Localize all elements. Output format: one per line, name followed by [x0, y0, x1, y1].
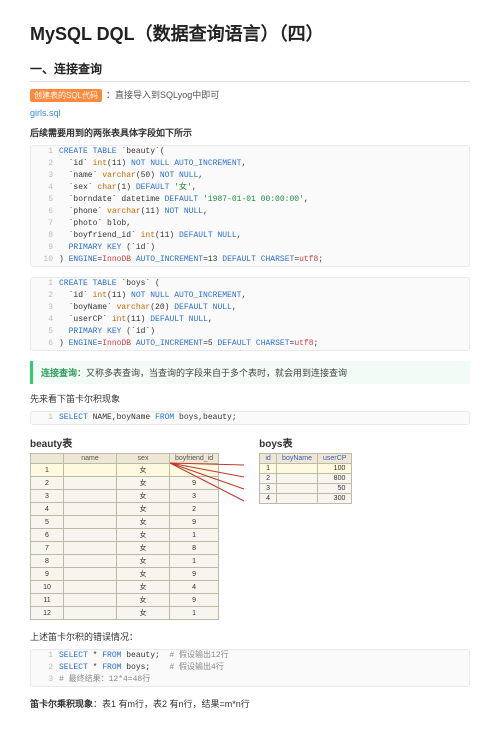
code-line: 3# 最终结果：12*4=48行	[31, 674, 469, 686]
code-line: 6) ENGINE=InnoDB AUTO_INCREMENT=5 DEFAUL…	[31, 338, 469, 350]
table-row: 3女3	[31, 490, 219, 503]
table-row: 4女2	[31, 503, 219, 516]
code-block-beauty: 1CREATE TABLE `beauty`(2 `id` int(11) NO…	[30, 145, 470, 267]
table-row: 2800	[260, 474, 352, 484]
intro-text: ：直接导入到SQLyog中即可	[106, 90, 219, 100]
table-row: 350	[260, 484, 352, 494]
table-row: 9女9	[31, 568, 219, 581]
code-line: 5 PRIMARY KEY (`id`)	[31, 326, 469, 338]
code-line: 4 `sex` char(1) DEFAULT '女',	[31, 182, 469, 194]
code-line: 1CREATE TABLE `boys` (	[31, 278, 469, 290]
beauty-panel: beauty表 namesexboyfriend_id1女2女93女34女25女…	[30, 435, 219, 620]
error-intro: 上述笛卡尔积的错误情况：	[30, 630, 470, 643]
page-title: MySQL DQL（数据查询语言）（四）	[30, 20, 470, 46]
cartesian-intro: 先来看下笛卡尔积现象	[30, 392, 470, 405]
table-row: 12女1	[31, 607, 219, 620]
code-line: 5 `borndate` datetime DEFAULT '1987-01-0…	[31, 194, 469, 206]
code-block-boys: 1CREATE TABLE `boys` (2 `id` int(11) NOT…	[30, 277, 470, 351]
intro-line: 创建表的SQL代码 ：直接导入到SQLyog中即可	[30, 88, 470, 102]
beauty-table: namesexboyfriend_id1女2女93女34女25女96女17女88…	[30, 453, 219, 620]
boys-caption: boys表	[259, 435, 352, 450]
code-line: 3 `name` varchar(50) NOT NULL,	[31, 170, 469, 182]
table-row: 8女1	[31, 555, 219, 568]
schema-intro: 后续需要用到的两张表具体字段如下所示	[30, 126, 470, 139]
code-line: 6 `phone` varchar(11) NOT NULL,	[31, 206, 469, 218]
code-line: 10) ENGINE=InnoDB AUTO_INCREMENT=13 DEFA…	[31, 254, 469, 266]
table-row: 2女9	[31, 477, 219, 490]
code-line: 1SELECT NAME,boyName FROM boys,beauty;	[31, 412, 469, 424]
code-line: 2 `id` int(11) NOT NULL AUTO_INCREMENT,	[31, 158, 469, 170]
table-row: 5女9	[31, 516, 219, 529]
code-line: 2 `id` int(11) NOT NULL AUTO_INCREMENT,	[31, 290, 469, 302]
callout-join: 连接查询：又称多表查询，当查询的字段来自于多个表时，就会用到连接查询	[30, 361, 470, 384]
code-line: 2SELECT * FROM boys; # 假设输出4行	[31, 662, 469, 674]
code-line: 8 `boyfriend_id` int(11) DEFAULT NULL,	[31, 230, 469, 242]
boys-panel: boys表 idboyNameuserCP110028003504300	[259, 435, 352, 504]
code-line: 1SELECT * FROM beauty; # 假设输出12行	[31, 650, 469, 662]
table-row: 6女1	[31, 529, 219, 542]
table-row: 4300	[260, 494, 352, 504]
sql-file-link[interactable]: girls.sql	[30, 108, 470, 118]
section-heading: 一、连接查询	[30, 60, 470, 82]
code-line: 7 `photo` blob,	[31, 218, 469, 230]
boys-table: idboyNameuserCP110028003504300	[259, 453, 352, 504]
code-line: 1CREATE TABLE `beauty`(	[31, 146, 469, 158]
table-row: 7女8	[31, 542, 219, 555]
table-row: 10女4	[31, 581, 219, 594]
summary-bold: 笛卡尔乘积现象	[30, 699, 93, 709]
code-block-error: 1SELECT * FROM beauty; # 假设输出12行2SELECT …	[30, 649, 470, 687]
code-line: 9 PRIMARY KEY (`id`)	[31, 242, 469, 254]
callout-text: ：又称多表查询，当查询的字段来自于多个表时，就会用到连接查询	[77, 368, 347, 378]
sql-tag: 创建表的SQL代码	[30, 89, 102, 102]
code-line: 3 `boyName` varchar(20) DEFAULT NULL,	[31, 302, 469, 314]
table-row: 1100	[260, 464, 352, 474]
table-row: 11女9	[31, 594, 219, 607]
code-block-select: 1SELECT NAME,boyName FROM boys,beauty;	[30, 411, 470, 425]
cartesian-summary: 笛卡尔乘积现象：表1 有m行，表2 有n行，结果=m*n行	[30, 697, 470, 710]
code-line: 4 `userCP` int(11) DEFAULT NULL,	[31, 314, 469, 326]
beauty-caption: beauty表	[30, 435, 219, 450]
table-row: 1女	[31, 464, 219, 477]
callout-tag: 连接查询	[41, 368, 77, 378]
summary-text: ：表1 有m行，表2 有n行，结果=m*n行	[93, 699, 250, 709]
tables-row: beauty表 namesexboyfriend_id1女2女93女34女25女…	[30, 435, 470, 620]
